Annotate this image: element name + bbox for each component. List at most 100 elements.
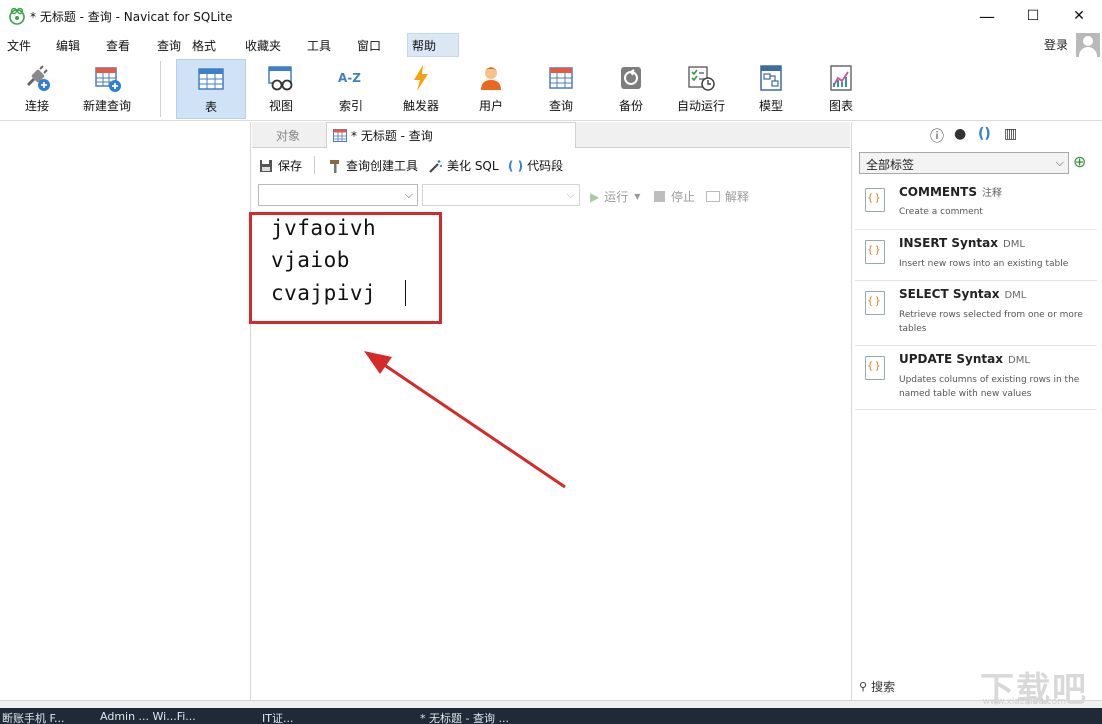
explain-button[interactable]: 解释 bbox=[706, 188, 749, 205]
snippet-file-icon bbox=[865, 188, 885, 212]
database-select[interactable]: ⌵ bbox=[258, 184, 418, 206]
taskbar-item[interactable]: IT证... bbox=[262, 710, 293, 724]
snippet-title: INSERT Syntax bbox=[899, 236, 998, 250]
query-builder-button[interactable]: 查询创建工具 bbox=[328, 157, 418, 174]
annotation-highlight-box bbox=[249, 212, 442, 324]
lightning-icon bbox=[414, 65, 428, 91]
trigger-button[interactable]: 触发器 bbox=[386, 59, 456, 119]
query-label: 查询 bbox=[548, 99, 573, 113]
tab-query[interactable]: * 无标题 - 查询 bbox=[326, 122, 576, 148]
menu-format[interactable]: 格式 bbox=[192, 37, 216, 54]
main-toolbar: 连接 新建查询 表 视图 A-Z 索引 触发器 用户 查询 备份 自动运行 模型… bbox=[0, 57, 1102, 121]
snippet-item-select[interactable]: SELECT Syntax DML Retrieve rows selected … bbox=[855, 281, 1097, 346]
new-query-button[interactable]: 新建查询 bbox=[72, 59, 142, 119]
explain-label: 解释 bbox=[725, 190, 750, 204]
user-label: 用户 bbox=[478, 99, 503, 113]
snippet-tag: DML bbox=[1004, 290, 1027, 301]
backup-label: 备份 bbox=[618, 99, 643, 113]
save-button[interactable]: 保存 bbox=[259, 157, 302, 174]
snippet-description: Updates columns of existing rows in the … bbox=[899, 375, 1080, 399]
menu-edit[interactable]: 编辑 bbox=[56, 37, 80, 54]
watermark-url: www.xiazaiba.com bbox=[982, 697, 1066, 707]
query-tab-icon bbox=[333, 129, 347, 142]
beautify-sql-button[interactable]: 美化 SQL bbox=[428, 157, 499, 174]
tab-query-label: * 无标题 - 查询 bbox=[351, 129, 433, 143]
menu-tools[interactable]: 工具 bbox=[307, 37, 331, 54]
snippet-title-container: COMMENTS 注释 bbox=[899, 184, 1002, 199]
backup-button[interactable]: 备份 bbox=[596, 59, 666, 119]
split-view-icon[interactable]: ▥ bbox=[1004, 126, 1017, 142]
menu-window[interactable]: 窗口 bbox=[357, 37, 381, 54]
status-bar bbox=[0, 700, 1102, 708]
tag-filter-select[interactable]: 全部标签 ⌵ bbox=[859, 152, 1069, 174]
snippet-search[interactable]: ⚲ 搜索 bbox=[859, 678, 895, 695]
maximize-button[interactable]: ☐ bbox=[1010, 0, 1056, 32]
toolbar-divider bbox=[160, 61, 161, 117]
index-label: 索引 bbox=[338, 99, 363, 113]
schema-select[interactable]: ⌵ bbox=[422, 184, 580, 206]
taskbar-item[interactable]: * 无标题 - 查询 ... bbox=[420, 710, 509, 724]
trigger-label: 触发器 bbox=[402, 99, 439, 113]
automation-button[interactable]: 自动运行 bbox=[666, 59, 736, 119]
add-snippet-icon[interactable]: ⊕ bbox=[1073, 152, 1086, 171]
menu-file[interactable]: 文件 bbox=[7, 37, 31, 54]
play-icon: ▶ bbox=[590, 189, 600, 204]
new-query-icon bbox=[95, 67, 121, 92]
run-dropdown-icon[interactable]: ▼ bbox=[634, 192, 640, 201]
beautify-sql-label: 美化 SQL bbox=[447, 159, 499, 173]
snippet-parens-icon: ( ) bbox=[508, 158, 524, 173]
connect-button[interactable]: 连接 bbox=[2, 59, 72, 119]
tab-objects[interactable]: 对象 bbox=[252, 122, 324, 148]
index-button[interactable]: A-Z 索引 bbox=[316, 59, 386, 119]
snippet-button[interactable]: ( ) 代码段 bbox=[508, 157, 563, 174]
title-bar: * 无标题 - 查询 - Navicat for SQLite — ☐ ✕ bbox=[0, 0, 1102, 32]
query-toolbar: 保存 查询创建工具 美化 SQL ( ) 代码段 bbox=[252, 150, 850, 180]
save-icon bbox=[260, 159, 272, 172]
snippet-tag: DML bbox=[1003, 239, 1025, 250]
object-tree-panel[interactable] bbox=[0, 122, 251, 700]
chart-button[interactable]: 图表 bbox=[806, 59, 876, 119]
automation-label: 自动运行 bbox=[676, 99, 725, 113]
model-icon bbox=[760, 65, 782, 91]
view-icon bbox=[268, 66, 293, 91]
snippet-panel: ⓘ ● () ▥ 全部标签 ⌵ ⊕ COMMENTS 注释 Create a co… bbox=[851, 122, 1102, 700]
tag-filter-value: 全部标签 bbox=[866, 158, 915, 172]
avatar[interactable] bbox=[1076, 33, 1100, 57]
snippet-item-insert[interactable]: INSERT Syntax DML Insert new rows into an… bbox=[855, 230, 1097, 281]
login-link[interactable]: 登录 bbox=[1044, 36, 1068, 53]
run-bar: ⌵ ⌵ ▶ 运行 ▼ 停止 解释 bbox=[252, 181, 850, 211]
search-icon: ⚲ bbox=[859, 680, 868, 693]
user-button[interactable]: 用户 bbox=[456, 59, 526, 119]
menu-favorites[interactable]: 收藏夹 bbox=[245, 37, 281, 54]
snippet-title: SELECT Syntax bbox=[899, 287, 1000, 301]
minimize-button[interactable]: — bbox=[964, 0, 1010, 32]
user-icon bbox=[481, 67, 501, 90]
navicat-logo-icon bbox=[9, 7, 25, 25]
menu-help[interactable]: 帮助 bbox=[412, 37, 436, 54]
stop-label: 停止 bbox=[671, 190, 696, 204]
stop-button[interactable]: 停止 bbox=[654, 188, 695, 205]
backup-icon bbox=[621, 67, 641, 89]
taskbar-item[interactable]: 断账手机 F... bbox=[2, 710, 65, 724]
snippet-title: UPDATE Syntax bbox=[899, 352, 1003, 366]
taskbar-item[interactable]: Admin ... Wi...Fi... bbox=[100, 710, 196, 723]
snippet-item-comments[interactable]: COMMENTS 注释 Create a comment bbox=[855, 178, 1097, 230]
view-label: 视图 bbox=[268, 99, 293, 113]
snippet-description: Insert new rows into an existing table bbox=[899, 259, 1069, 269]
menu-view[interactable]: 查看 bbox=[106, 37, 130, 54]
eye-icon[interactable]: ● bbox=[954, 126, 966, 142]
run-button[interactable]: ▶ 运行 ▼ bbox=[590, 188, 640, 205]
snippet-item-update[interactable]: UPDATE Syntax DML Updates columns of exis… bbox=[855, 346, 1097, 410]
os-taskbar: 断账手机 F... Admin ... Wi...Fi... IT证... * … bbox=[0, 708, 1102, 724]
table-button[interactable]: 表 bbox=[176, 59, 246, 119]
query-button[interactable]: 查询 bbox=[526, 59, 596, 119]
snippet-view-icon[interactable]: () bbox=[978, 126, 991, 142]
view-button[interactable]: 视图 bbox=[246, 59, 316, 119]
explain-icon bbox=[706, 191, 720, 202]
model-button[interactable]: 模型 bbox=[736, 59, 806, 119]
snippet-title: COMMENTS bbox=[899, 185, 977, 199]
menu-query[interactable]: 查询 bbox=[157, 37, 181, 54]
close-button[interactable]: ✕ bbox=[1056, 0, 1102, 32]
info-icon[interactable]: ⓘ bbox=[930, 126, 944, 146]
snippet-description: Create a comment bbox=[899, 207, 983, 217]
